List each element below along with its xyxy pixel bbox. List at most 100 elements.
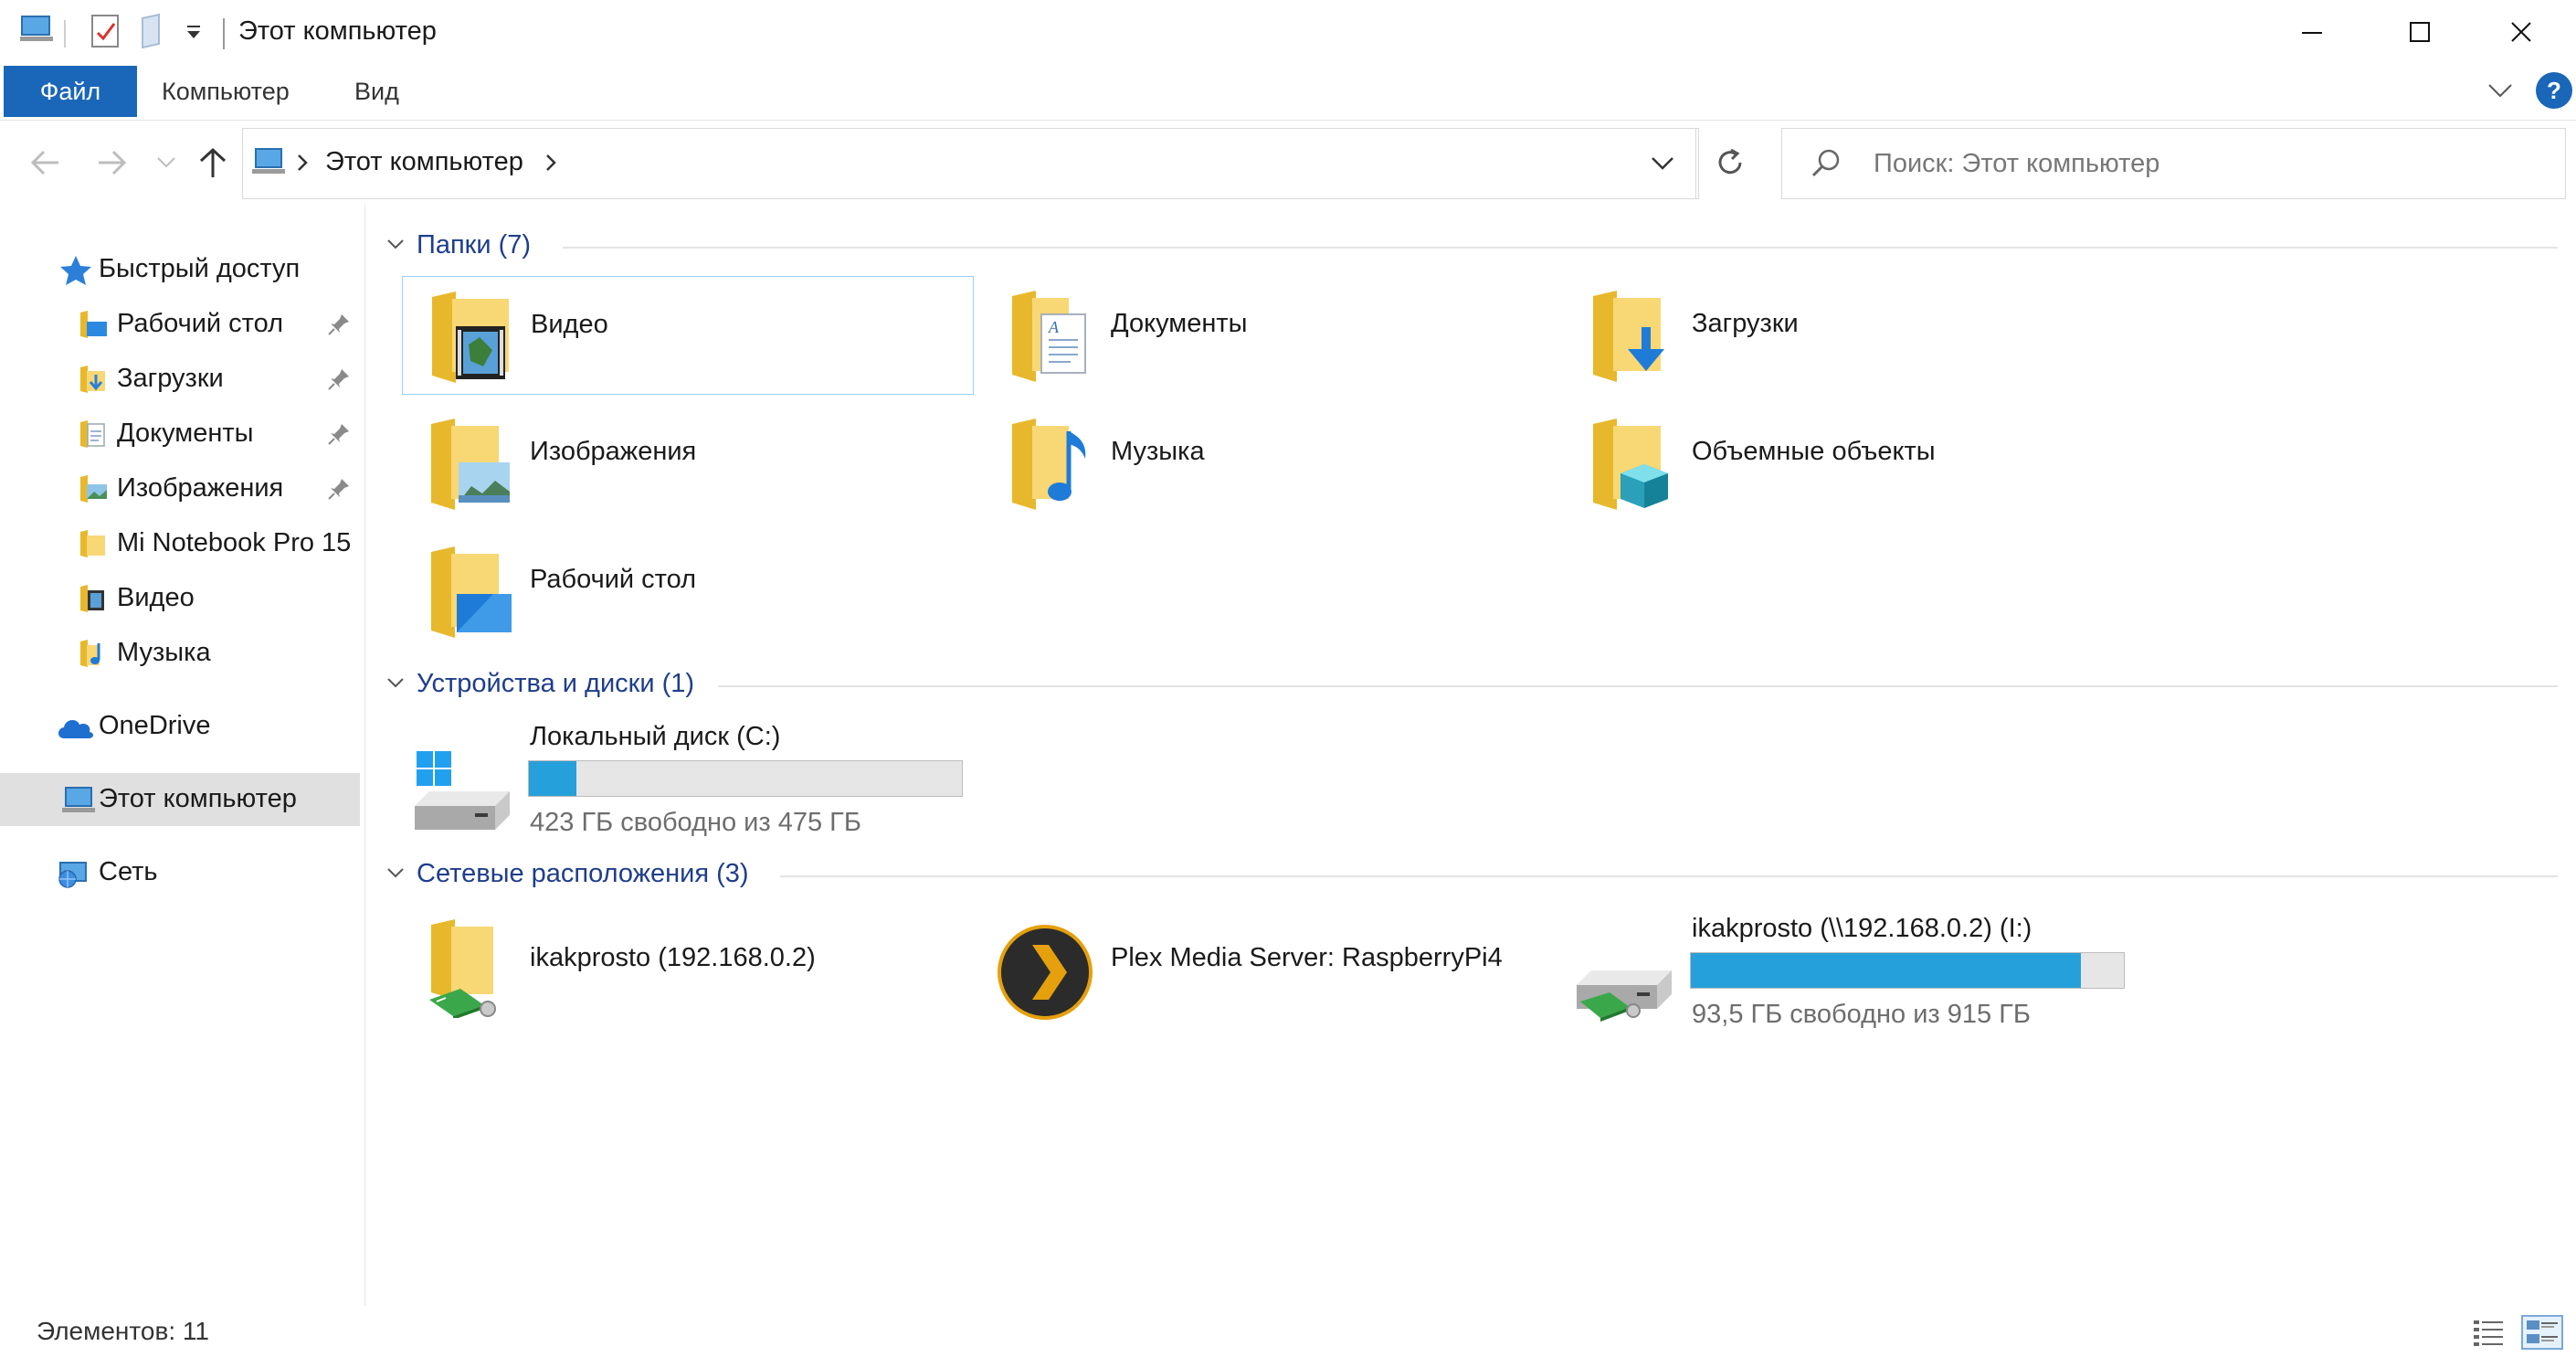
status-bar: Элементов: 11 — [0, 1306, 2576, 1357]
group-header-folders[interactable]: Папки (7) — [384, 227, 2558, 263]
breadcrumb-chevron-icon[interactable] — [544, 153, 557, 173]
tab-view[interactable]: Вид — [354, 66, 399, 117]
network-drive-tile-i[interactable]: ikakprosto (\\192.168.0.2) (I:) 93,5 ГБ … — [1564, 914, 2136, 1033]
navigation-pane: Быстрый доступ Рабочий стол Загрузки Док… — [0, 205, 365, 1306]
up-arrow-icon[interactable] — [197, 146, 228, 179]
qat-separator — [64, 20, 66, 48]
nav-pictures[interactable]: Изображения — [0, 462, 360, 515]
folder-tile-videos[interactable]: Видео — [402, 276, 974, 395]
title-bar: Этот компьютер — [0, 0, 2576, 64]
network-tile-ikakprosto[interactable]: ikakprosto (192.168.0.2) — [402, 910, 974, 1029]
documents-folder-icon: A — [1008, 289, 1096, 384]
nav-music[interactable]: Музыка — [0, 627, 360, 680]
help-button[interactable]: ? — [2536, 72, 2572, 109]
nav-network[interactable]: Сеть — [0, 846, 360, 899]
3d-objects-folder-icon — [1589, 417, 1677, 512]
nav-mi-notebook[interactable]: Mi Notebook Pro 15 — [0, 517, 360, 570]
nav-label: Документы — [117, 419, 254, 448]
tile-label: Рабочий стол — [530, 565, 697, 594]
network-icon — [57, 857, 93, 890]
tab-file[interactable]: Файл — [4, 66, 137, 117]
drive-name: Локальный диск (C:) — [530, 722, 781, 751]
group-divider — [718, 685, 2558, 687]
nav-label: OneDrive — [99, 711, 211, 740]
forward-arrow-icon[interactable] — [95, 148, 128, 177]
search-box[interactable]: Поиск: Этот компьютер — [1781, 128, 2566, 199]
tiles-view-icon[interactable] — [2521, 1315, 2563, 1350]
folder-tile-pictures[interactable]: Изображения — [402, 404, 974, 523]
tile-label: Объемные объекты — [1692, 437, 1936, 466]
group-header-network[interactable]: Сетевые расположения (3) — [384, 855, 2558, 892]
back-arrow-icon[interactable] — [29, 148, 62, 177]
drive-free-space: 423 ГБ свободно из 475 ГБ — [530, 808, 861, 837]
downloads-folder-icon — [1589, 289, 1677, 384]
pin-icon[interactable] — [327, 313, 351, 336]
chevron-down-icon[interactable] — [385, 238, 406, 252]
desktop-folder-icon — [79, 309, 110, 340]
folder-tile-3d-objects[interactable]: Объемные объекты — [1564, 404, 2136, 523]
documents-folder-icon — [79, 419, 110, 450]
details-view-icon[interactable] — [2472, 1317, 2505, 1348]
minimize-button[interactable] — [2258, 0, 2366, 64]
local-disk-icon — [411, 749, 513, 833]
new-folder-icon[interactable] — [139, 13, 168, 49]
drive-name: ikakprosto (\\192.168.0.2) (I:) — [1692, 914, 2032, 943]
tile-label: Видео — [531, 310, 608, 339]
chevron-down-icon[interactable] — [385, 676, 406, 691]
window-title: Этот компьютер — [238, 16, 437, 46]
address-bar[interactable]: Этот компьютер — [242, 128, 1699, 199]
title-separator — [223, 18, 225, 49]
folder-tile-music[interactable]: Музыка — [983, 404, 1555, 523]
qat-dropdown-icon[interactable] — [185, 24, 203, 42]
ribbon-expand-icon[interactable] — [2486, 80, 2514, 101]
this-pc-icon — [60, 784, 97, 815]
close-button[interactable] — [2468, 0, 2576, 64]
pictures-folder-icon — [79, 473, 110, 504]
properties-icon[interactable] — [90, 13, 121, 49]
tab-computer[interactable]: Компьютер — [162, 66, 290, 117]
maximize-button[interactable] — [2366, 0, 2474, 64]
address-dropdown-icon[interactable] — [1650, 154, 1675, 173]
breadcrumb-this-pc[interactable]: Этот компьютер — [325, 147, 523, 177]
folder-tile-desktop[interactable]: Рабочий стол — [402, 532, 974, 651]
nav-label: Этот компьютер — [99, 784, 297, 813]
videos-folder-icon — [79, 583, 110, 614]
pin-icon[interactable] — [327, 477, 351, 501]
network-tile-plex[interactable]: Plex Media Server: RaspberryPi4 — [983, 910, 1555, 1029]
item-count: Элементов: 11 — [37, 1317, 209, 1345]
drive-usage-fill — [529, 761, 577, 796]
nav-label: Быстрый доступ — [99, 254, 301, 283]
breadcrumb-chevron-icon[interactable] — [296, 153, 309, 173]
music-folder-icon — [79, 638, 110, 669]
tile-label: ikakprosto (192.168.0.2) — [530, 943, 816, 972]
nav-videos[interactable]: Видео — [0, 572, 360, 625]
cloud-icon — [55, 715, 95, 740]
recent-locations-icon[interactable] — [155, 155, 177, 170]
group-header-devices[interactable]: Устройства и диски (1) — [384, 665, 2558, 702]
search-icon — [1810, 147, 1842, 180]
content-area: Папки (7) Видео A Документы Загрузки Изо… — [365, 205, 2576, 1306]
drive-usage-bar — [528, 760, 963, 797]
folder-tile-documents[interactable]: A Документы — [983, 276, 1555, 395]
nav-downloads[interactable]: Загрузки — [0, 353, 360, 406]
network-drive-icon — [1573, 952, 1675, 1025]
nav-this-pc[interactable]: Этот компьютер — [0, 773, 360, 826]
pin-icon[interactable] — [327, 367, 351, 391]
nav-onedrive[interactable]: OneDrive — [0, 700, 360, 753]
nav-label: Рабочий стол — [117, 309, 284, 338]
nav-quick-access[interactable]: Быстрый доступ — [0, 243, 360, 296]
search-input[interactable]: Поиск: Этот компьютер — [1874, 149, 2159, 179]
folder-tile-downloads[interactable]: Загрузки — [1564, 276, 2136, 395]
nav-desktop[interactable]: Рабочий стол — [0, 298, 360, 351]
star-icon — [58, 254, 93, 287]
pin-icon[interactable] — [327, 422, 351, 446]
nav-label: Сеть — [99, 857, 158, 886]
nav-documents[interactable]: Документы — [0, 408, 360, 461]
this-pc-icon[interactable] — [18, 13, 55, 46]
drive-tile-c[interactable]: Локальный диск (C:) 423 ГБ свободно из 4… — [402, 722, 974, 841]
chevron-down-icon[interactable] — [385, 866, 406, 881]
ribbon-tabs: Файл Компьютер Вид ? — [0, 64, 2576, 121]
drive-free-space: 93,5 ГБ свободно из 915 ГБ — [1692, 1000, 2031, 1029]
refresh-icon[interactable] — [1714, 146, 1747, 179]
tile-label: Plex Media Server: RaspberryPi4 — [1111, 943, 1503, 972]
